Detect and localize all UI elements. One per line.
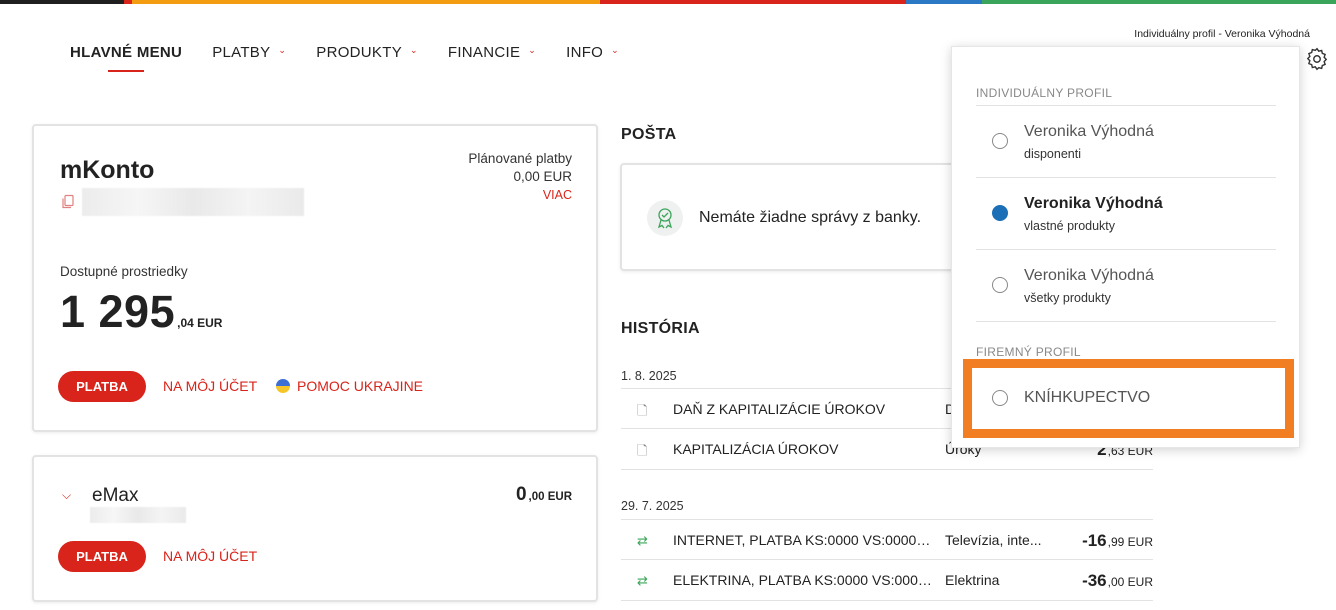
more-link[interactable]: VIAC: [468, 186, 572, 204]
ukraine-flag-icon: [276, 379, 290, 393]
balance-integer: 0: [515, 484, 527, 505]
transaction-category: Elektrina: [945, 572, 1000, 588]
history-date: 29. 7. 2025: [621, 499, 684, 513]
history-section-title: HISTÓRIA: [621, 320, 700, 337]
nav-finance-label: FINANCIE: [447, 43, 521, 61]
nav-products-label: PRODUKTY: [316, 43, 403, 61]
payment-button[interactable]: PLATBA: [58, 371, 146, 402]
document-icon: 🗋: [637, 443, 648, 458]
document-icon: 🗋: [637, 403, 648, 418]
transaction-name: ELEKTRINA, PLATBA KS:0000 VS:00000...: [673, 572, 937, 588]
nav-payments[interactable]: PLATBY ⌄: [212, 40, 286, 64]
amount-decimal: ,99 EUR: [1107, 535, 1153, 549]
nav-main-menu-label: HLAVNÉ MENU: [70, 43, 183, 61]
divider: [976, 321, 1276, 322]
payment-button[interactable]: PLATBA: [58, 541, 146, 572]
divider: [976, 105, 1276, 106]
chevron-down-icon: ⌄: [278, 44, 287, 55]
mail-card: Nemáte žiadne správy z banky.: [620, 163, 980, 271]
amount-decimal: ,00 EUR: [1107, 575, 1153, 589]
planned-payments-amount: 0,00 EUR: [513, 169, 572, 184]
gear-icon[interactable]: [1304, 46, 1330, 72]
nav-main-menu[interactable]: HLAVNÉ MENU: [70, 40, 183, 72]
planned-payments: Plánované platby 0,00 EUR VIAC: [468, 150, 572, 204]
profile-scope: vlastné produkty: [1024, 219, 1116, 233]
profile-option-own-products[interactable]: Veronika Výhodná vlastné produkty: [976, 187, 1276, 257]
account-name: eMax: [92, 485, 139, 506]
balance-decimal: ,04 EUR: [177, 316, 223, 330]
transaction-name: DAŇ Z KAPITALIZÁCIE ÚROKOV: [673, 401, 886, 417]
available-balance: 1 295 ,04 EUR: [60, 286, 222, 338]
main-navigation: HLAVNÉ MENU PLATBY ⌄ PRODUKTY ⌄ FINANCIE ⌄ …: [70, 40, 649, 72]
nav-info-label: INFO: [566, 43, 604, 61]
chevron-down-icon: ⌄: [611, 44, 619, 55]
account-balance: 0 ,00 EUR: [516, 484, 572, 506]
own-account-link[interactable]: NA MÔJ ÚČET: [163, 378, 257, 394]
profile-option-all-products[interactable]: Veronika Výhodná všetky produkty: [976, 259, 1276, 329]
chevron-down-icon: ⌄: [528, 44, 537, 55]
transaction-name: INTERNET, PLATBA KS:0000 VS:000000...: [673, 532, 937, 548]
account-card-mkonto[interactable]: mKonto Plánované platby 0,00 EUR VIAC Do…: [32, 124, 598, 432]
badge-icon: [647, 200, 683, 236]
history-row[interactable]: ⇄ ELEKTRINA, PLATBA KS:0000 VS:00000... …: [621, 560, 1153, 601]
amount-integer: -36: [1082, 571, 1107, 590]
account-card-emax[interactable]: ⌵ eMax 0 ,00 EUR PLATBA NA MÔJ ÚČET: [32, 455, 598, 602]
iban-masked: [90, 507, 186, 523]
transaction-name: KAPITALIZÁCIA ÚROKOV: [673, 441, 839, 457]
transfer-icon: ⇄: [637, 573, 648, 588]
amount-integer: -16: [1082, 531, 1107, 550]
transaction-amount: -16 ,99 EUR: [1082, 531, 1153, 551]
balance-integer: 1 295: [60, 286, 176, 337]
nav-finance[interactable]: FINANCIE ⌄: [448, 40, 536, 64]
mail-section-title: POŠTA: [621, 126, 677, 143]
radio-button[interactable]: [992, 133, 1008, 149]
copy-icon[interactable]: [60, 194, 76, 210]
no-messages-text: Nemáte žiadne správy z banky.: [699, 209, 922, 226]
own-account-link[interactable]: NA MÔJ ÚČET: [163, 548, 257, 564]
profile-option-disponenti[interactable]: Veronika Výhodná disponenti: [976, 115, 1276, 185]
chevron-down-icon[interactable]: ⌵: [62, 488, 71, 503]
history-row[interactable]: ⇄ INTERNET, PLATBA KS:0000 VS:000000... …: [621, 519, 1153, 560]
profile-name: Veronika Výhodná: [1024, 123, 1154, 140]
ukraine-help-link[interactable]: POMOC UKRAJINE: [297, 378, 423, 394]
iban-masked: [82, 188, 304, 216]
radio-button[interactable]: [992, 277, 1008, 293]
profile-name: Veronika Výhodná: [1024, 195, 1163, 212]
profile-scope: disponenti: [1024, 147, 1081, 161]
divider: [976, 249, 1276, 250]
profile-name: Veronika Výhodná: [1024, 267, 1154, 284]
company-profile-header: FIREMNÝ PROFIL: [976, 345, 1081, 359]
individual-profile-header: INDIVIDUÁLNY PROFIL: [976, 86, 1113, 100]
nav-payments-label: PLATBY: [212, 43, 271, 61]
history-date: 1. 8. 2025: [621, 369, 677, 383]
current-profile-label[interactable]: Individuálny profil - Veronika Výhodná: [1134, 28, 1310, 40]
radio-button-selected[interactable]: [992, 205, 1008, 221]
transaction-amount: -36 ,00 EUR: [1082, 571, 1153, 591]
divider: [976, 177, 1276, 178]
planned-payments-label: Plánované platby: [468, 151, 572, 166]
transfer-icon: ⇄: [637, 533, 648, 548]
available-funds-label: Dostupné prostriedky: [60, 264, 188, 279]
profile-scope: všetky produkty: [1024, 291, 1111, 305]
balance-decimal: ,00 EUR: [528, 491, 572, 503]
highlight-box: [963, 359, 1294, 438]
nav-products[interactable]: PRODUKTY ⌄: [316, 40, 418, 64]
brand-color-bar: [0, 0, 1336, 4]
transaction-category: Televízia, inte...: [945, 532, 1042, 548]
nav-info[interactable]: INFO ⌄: [566, 40, 619, 64]
chevron-down-icon: ⌄: [410, 44, 418, 55]
account-name: mKonto: [60, 156, 155, 184]
